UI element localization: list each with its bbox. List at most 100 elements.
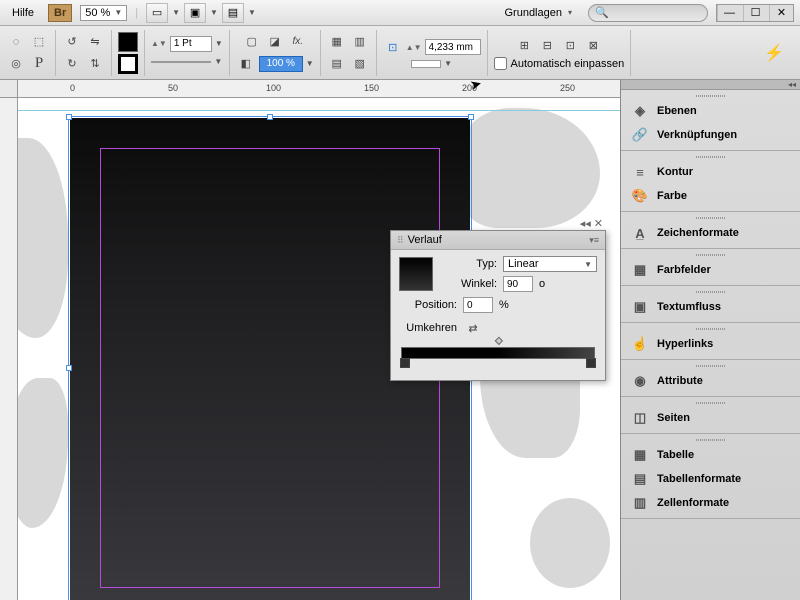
arrange-button[interactable]: ▣ xyxy=(184,3,206,23)
color-stop-end[interactable] xyxy=(586,358,596,368)
autofit-label: Automatisch einpassen xyxy=(511,58,625,70)
angle-unit: o xyxy=(539,278,545,290)
minimize-button[interactable]: — xyxy=(717,5,741,21)
corner-icon[interactable]: ▢ xyxy=(242,32,262,52)
frame-fit-group: ⊡ ▲▼ ▼ xyxy=(383,30,488,76)
autofit-checkbox[interactable] xyxy=(494,57,507,70)
workspace-switcher[interactable]: Grundlagen ▾ xyxy=(496,5,580,21)
swatches-icon: ▦ xyxy=(631,262,649,278)
collapse-arrows-icon[interactable]: ◂◂ xyxy=(788,80,796,89)
bridge-badge[interactable]: Br xyxy=(48,4,72,22)
position-unit: % xyxy=(499,299,509,311)
content-icon[interactable]: ◎ xyxy=(6,54,26,74)
panel-hyperlinks[interactable]: ☝Hyperlinks xyxy=(621,332,800,356)
panel-dock: ◂◂ ◈Ebenen 🔗Verknüpfungen ≡Kontur 🎨Farbe… xyxy=(620,80,800,600)
position-label: Position: xyxy=(399,299,457,311)
panel-zeichenformate[interactable]: A̲Zeichenformate xyxy=(621,221,800,245)
chevron-down-icon: ▼ xyxy=(584,260,592,269)
width-input[interactable] xyxy=(425,39,481,55)
stroke-controls: ▲▼ ▼ ▼ xyxy=(151,30,230,76)
gradient-preview[interactable] xyxy=(399,257,433,291)
reverse-icon[interactable]: ⇄ xyxy=(463,318,483,338)
search-input[interactable]: 🔍 xyxy=(588,4,708,22)
panel-textumfluss[interactable]: ▣Textumfluss xyxy=(621,295,800,319)
angle-label: Winkel: xyxy=(439,278,497,290)
wrap-jump-icon[interactable]: ▧ xyxy=(350,54,370,74)
selection-tools: ◌ ⬚ ◎ P xyxy=(6,30,56,76)
margin-guide xyxy=(100,148,440,588)
stroke-icon: ≡ xyxy=(631,164,649,180)
opacity-input[interactable] xyxy=(259,56,303,72)
panel-seiten[interactable]: ◫Seiten xyxy=(621,406,800,430)
fill-swatch[interactable] xyxy=(118,32,138,52)
gradient-panel[interactable]: ◂◂ ✕ ⠿ Verlauf ▾≡ Typ: Linear ▼ Winkel: xyxy=(390,230,606,381)
layers-icon: ◈ xyxy=(631,103,649,119)
panel-collapse-icon[interactable]: ◂◂ xyxy=(580,217,591,230)
view-button[interactable]: ▤ xyxy=(222,3,244,23)
angle-input[interactable] xyxy=(503,276,533,292)
table-icon: ▦ xyxy=(631,447,649,463)
view-options-group: ▭▼ ▣▼ ▤▼ xyxy=(146,3,256,23)
color-stop-start[interactable] xyxy=(400,358,410,368)
fit-frame-icon[interactable]: ⊡ xyxy=(383,37,403,57)
center-content-icon[interactable]: ⊡ xyxy=(560,35,580,55)
stroke-weight-input[interactable] xyxy=(170,36,212,52)
panel-attribute[interactable]: ◉Attribute xyxy=(621,369,800,393)
panel-farbfelder[interactable]: ▦Farbfelder xyxy=(621,258,800,282)
rotate-ccw-icon[interactable]: ↺ xyxy=(62,32,82,52)
dock-header[interactable]: ◂◂ xyxy=(621,80,800,90)
cell-styles-icon: ▥ xyxy=(631,495,649,511)
text-tool-icon[interactable]: P xyxy=(29,54,49,74)
panel-tabelle[interactable]: ▦Tabelle xyxy=(621,443,800,467)
panel-close-icon[interactable]: ✕ xyxy=(594,217,603,230)
fit-content-icon[interactable]: ⊟ xyxy=(537,35,557,55)
chevron-down-icon: ▼ xyxy=(114,8,122,17)
panel-zellenformate[interactable]: ▥Zellenformate xyxy=(621,491,800,515)
zoom-select[interactable]: 50 % ▼ xyxy=(80,5,127,21)
screen-mode-button[interactable]: ▭ xyxy=(146,3,168,23)
color-icon: 🎨 xyxy=(631,188,649,204)
search-icon: 🔍 xyxy=(595,6,609,19)
fit-prop-icon[interactable]: ⊠ xyxy=(583,35,603,55)
quick-apply-icon[interactable]: ⚡ xyxy=(754,43,794,63)
selection-icon[interactable]: ◌ xyxy=(6,32,26,52)
ruler-vertical[interactable] xyxy=(0,98,18,600)
panel-verknuepfungen[interactable]: 🔗Verknüpfungen xyxy=(621,123,800,147)
shadow-icon[interactable]: ◪ xyxy=(265,32,285,52)
panel-header[interactable]: ⠿ Verlauf ▾≡ xyxy=(391,231,605,250)
wrap-none-icon[interactable]: ▦ xyxy=(327,32,347,52)
maximize-button[interactable]: ☐ xyxy=(743,5,767,21)
panel-tabellenformate[interactable]: ▤Tabellenformate xyxy=(621,467,800,491)
guide-line[interactable] xyxy=(18,110,620,111)
ruler-horizontal[interactable]: 0 50 100 150 200 250 xyxy=(18,80,620,98)
table-styles-icon: ▤ xyxy=(631,471,649,487)
opacity-icon[interactable]: ◧ xyxy=(236,54,256,74)
wrap-bound-icon[interactable]: ▥ xyxy=(350,32,370,52)
fitting-buttons: ⊞ ⊟ ⊡ ⊠ Automatisch einpassen xyxy=(494,30,632,76)
flip-h-icon[interactable]: ⇋ xyxy=(85,32,105,52)
fill-frame-icon[interactable]: ⊞ xyxy=(514,35,534,55)
char-styles-icon: A̲ xyxy=(631,225,649,241)
gradient-ramp[interactable] xyxy=(401,347,595,359)
panel-kontur[interactable]: ≡Kontur xyxy=(621,160,800,184)
panel-ebenen[interactable]: ◈Ebenen xyxy=(621,99,800,123)
container-icon[interactable]: ⬚ xyxy=(29,32,49,52)
fx-icon[interactable]: fx. xyxy=(288,32,308,52)
type-select[interactable]: Linear ▼ xyxy=(503,256,597,272)
flip-v-icon[interactable]: ⇅ xyxy=(85,54,105,74)
close-button[interactable]: ✕ xyxy=(769,5,793,21)
panel-farbe[interactable]: 🎨Farbe xyxy=(621,184,800,208)
pages-icon: ◫ xyxy=(631,410,649,426)
menu-help[interactable]: Hilfe xyxy=(6,4,40,22)
effects-group: ▢ ◪ fx. ◧ ▼ xyxy=(236,30,321,76)
links-icon: 🔗 xyxy=(631,127,649,143)
ruler-origin[interactable] xyxy=(0,80,18,98)
rotate-cw-icon[interactable]: ↻ xyxy=(62,54,82,74)
position-input[interactable] xyxy=(463,297,493,313)
control-bar: ◌ ⬚ ◎ P ↺ ⇋ ↻ ⇅ ▲▼ ▼ ▼ ▢ ◪ xyxy=(0,26,800,80)
wrap-shape-icon[interactable]: ▤ xyxy=(327,54,347,74)
panel-menu-icon[interactable]: ▾≡ xyxy=(589,235,599,246)
stroke-swatch[interactable] xyxy=(118,54,138,74)
type-label: Typ: xyxy=(439,258,497,270)
zoom-value: 50 % xyxy=(85,7,110,19)
